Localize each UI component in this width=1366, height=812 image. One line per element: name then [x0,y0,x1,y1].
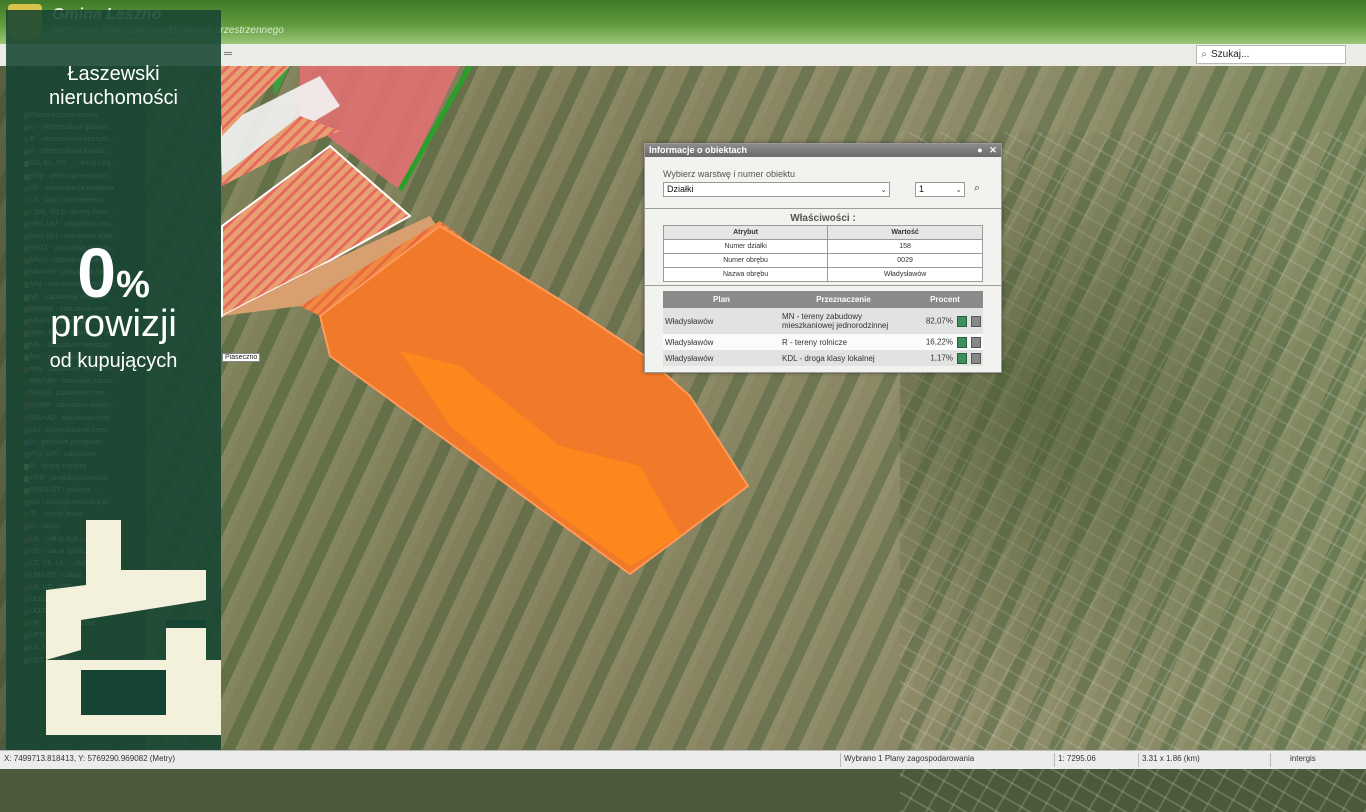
map-icon[interactable] [957,336,967,348]
ad-brand-line1: Łaszewski [67,63,160,85]
attr-value: Władysławów [827,267,983,282]
attr-header-name: Atrybut [662,225,829,240]
map-tooltip: Piaseczno [222,353,261,362]
attr-value: 158 [827,239,983,254]
search-placeholder: Szukaj... [1211,49,1250,60]
object-number-value: 1 [919,184,925,194]
properties-title: Właściwości : [790,213,856,224]
attr-name: Numer obrębu [662,253,829,268]
chevron-down-icon: ⌄ [955,185,962,194]
table-row[interactable]: Władysławów MN - tereny zabudowy mieszka… [663,308,983,334]
selection-status: Wybrano 1 Plany zagospodarowania [844,754,975,763]
plan-name: Władysławów [663,350,780,366]
document-icon[interactable] [971,315,981,327]
search-input[interactable]: ⌕ Szukaj... [1196,45,1346,64]
select-label: Wybierz warstwę i numer obiektu [663,169,795,179]
divider [645,285,1001,286]
ad-line-big: prowizji [50,303,177,345]
ad-brand-line2: nieruchomości [49,87,178,109]
table-row: Numer obrębu 0029 [662,253,983,268]
advertisement-overlay: Łaszewski nieruchomości 0% prowizji od k… [6,10,221,758]
plan-header-plan: Plan [663,291,780,308]
dialog-title: Informacje o obiektach [649,145,748,155]
table-row[interactable]: Władysławów R - tereny rolnicze 16,22% [663,334,983,350]
divider [1138,753,1139,767]
table-row[interactable]: Władysławów KDL - droga klasy lokalnej 1… [663,350,983,366]
plan-percent-cell: 82,07% [907,308,983,334]
minimize-icon[interactable]: ● [975,145,985,155]
attributes-table: Atrybut Wartość Numer działki 158 Numer … [662,225,983,282]
search-icon: ⌕ [1201,49,1207,60]
plan-percent-cell: 1,17% [907,350,983,366]
ad-zero: 0 [77,234,117,312]
plan-percent: 16,22% [925,337,953,347]
map-icon[interactable] [957,352,967,364]
document-icon[interactable] [971,336,981,348]
brand-logo-icon [46,520,221,735]
layer-select-value: Działki [667,184,694,194]
chevron-down-icon: ⌄ [880,185,887,194]
object-number-select[interactable]: 1 ⌄ [915,182,965,197]
attr-value: 0029 [827,253,983,268]
cursor-coordinates: X: 7499713.818413, Y: 5769290.969082 (Me… [4,754,176,763]
divider [1054,753,1055,767]
divider [1270,753,1271,767]
map-icon[interactable] [957,315,967,327]
divider [645,208,1001,209]
plan-name: Władysławów [663,308,780,334]
plan-header-percent: Procent [907,291,983,308]
status-bar: X: 7499713.818413, Y: 5769290.969082 (Me… [0,750,1366,769]
map-extent: 3.31 x 1.86 (km) [1142,754,1200,763]
ad-percent: % [116,264,150,306]
plan-purpose: KDL - droga klasy lokalnej [780,350,907,366]
search-icon[interactable]: ⌕ [974,182,980,195]
plan-percent-cell: 16,22% [907,334,983,350]
plan-percent: 1,17% [930,353,953,363]
attr-header-value: Wartość [827,225,983,240]
divider [840,753,841,767]
attr-name: Numer działki [662,239,829,254]
plan-header-purpose: Przeznaczenie [780,291,907,308]
plan-purpose: MN - tereny zabudowy mieszkaniowej jedno… [780,308,907,334]
ruler-icon[interactable]: ═ [222,48,234,60]
table-row: Numer działki 158 [662,239,983,254]
document-icon[interactable] [971,352,981,364]
vendor-logo: intergis [1290,754,1316,763]
attr-name: Nazwa obrębu [662,267,829,282]
layer-select[interactable]: Działki ⌄ [663,182,890,197]
close-icon[interactable]: ✕ [988,145,998,155]
ad-line-small: od kupujących [49,350,178,372]
plan-percent: 82,07% [925,316,953,326]
dialog-titlebar[interactable]: Informacje o obiektach ● ✕ [645,144,1001,157]
plans-table: Plan Przeznaczenie Procent Władysławów M… [663,291,983,366]
object-info-dialog[interactable]: Informacje o obiektach ● ✕ Wybierz warst… [644,143,1002,373]
plan-name: Władysławów [663,334,780,350]
map-scale: 1: 7295.06 [1058,754,1096,763]
table-row: Nazwa obrębu Władysławów [662,267,983,282]
plan-purpose: R - tereny rolnicze [780,334,907,350]
